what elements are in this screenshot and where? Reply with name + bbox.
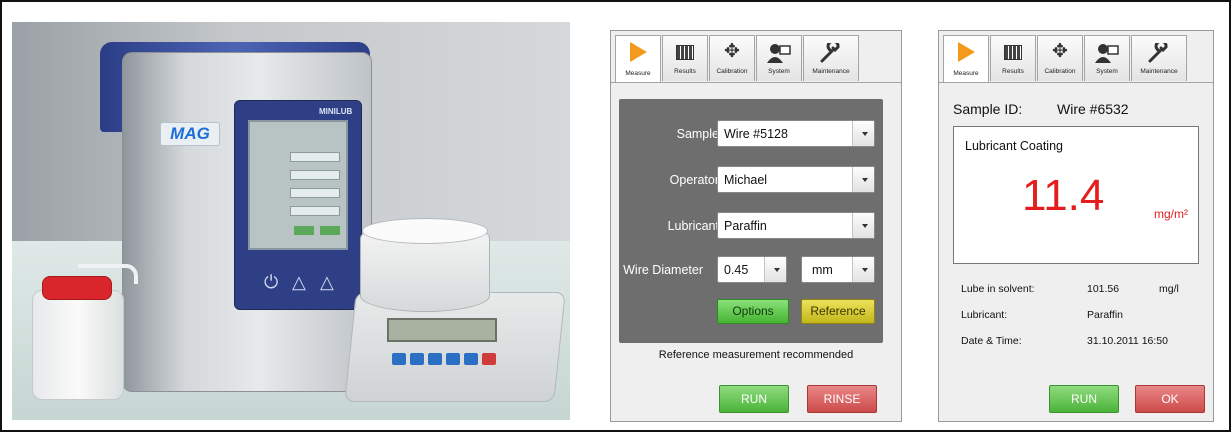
instrument-photo: MAG MINILUB ⏻ △ △ [12, 22, 570, 420]
measure-screen: Measure Results ✥ Calibration System Mai… [610, 30, 902, 422]
lubricant-value: Paraffin [724, 219, 767, 233]
lubricant-value: Paraffin [1087, 309, 1123, 321]
tab-label: Calibration [1044, 68, 1076, 75]
brand-logo: MAG [160, 122, 220, 146]
tab-system[interactable]: System [756, 35, 802, 81]
ok-button[interactable]: OK [1135, 385, 1205, 413]
tab-measure[interactable]: Measure [943, 35, 989, 83]
chevron-down-icon[interactable] [852, 213, 874, 238]
wrench-icon [820, 43, 840, 63]
measure-form: Sample Wire #5128 Operator Michael Lubri… [619, 99, 883, 343]
figure-frame: MAG MINILUB ⏻ △ △ Measure Results ✥ Cali… [0, 0, 1231, 432]
triangle-up-icon: △ [292, 272, 306, 292]
wire-diameter-value: 0.45 [724, 263, 749, 277]
tab-divider [611, 82, 901, 83]
tab-system[interactable]: System [1084, 35, 1130, 81]
system-user-icon [767, 44, 791, 63]
tab-maintenance[interactable]: Maintenance [803, 35, 859, 81]
lube-in-solvent-value: 101.56 [1087, 283, 1120, 295]
coating-title: Lubricant Coating [965, 139, 1063, 153]
wire-diameter-unit-select[interactable]: mm [801, 256, 875, 283]
operator-label: Operator [669, 173, 719, 187]
lubricant-select[interactable]: Paraffin [717, 212, 875, 239]
system-user-icon [1095, 44, 1119, 63]
screen-button [294, 226, 314, 235]
wire-diameter-label: Wire Diameter [623, 263, 703, 277]
power-icon: ⏻ [264, 272, 279, 292]
tab-label: System [768, 68, 790, 75]
tab-label: Maintenance [812, 68, 850, 75]
instrument-touchscreen [248, 120, 348, 250]
run-button[interactable]: RUN [1049, 385, 1119, 413]
tab-results[interactable]: Results [662, 35, 708, 81]
options-button[interactable]: Options [717, 299, 789, 324]
screen-field [290, 188, 340, 198]
tab-label: Results [674, 68, 696, 75]
sample-value: Wire #5128 [724, 127, 788, 141]
coating-value: 11.4 [1022, 171, 1105, 220]
datetime-value: 31.10.2011 16:50 [1087, 335, 1168, 347]
sample-id-label: Sample ID: [953, 101, 1023, 117]
lube-in-solvent-label: Lube in solvent: [961, 283, 1035, 295]
tab-label: System [1096, 68, 1118, 75]
lubricant-label: Lubricant: [961, 309, 1008, 321]
calibration-move-icon: ✥ [1052, 41, 1068, 62]
chevron-down-icon[interactable] [852, 167, 874, 192]
tab-bar: Measure Results ✥ Calibration System Mai… [943, 35, 1188, 83]
tab-results[interactable]: Results [990, 35, 1036, 81]
tab-label: Measure [953, 70, 979, 77]
tab-label: Maintenance [1140, 68, 1178, 75]
tab-maintenance[interactable]: Maintenance [1131, 35, 1187, 81]
rinse-button[interactable]: RINSE [807, 385, 877, 413]
operator-select[interactable]: Michael [717, 166, 875, 193]
reference-button[interactable]: Reference [801, 299, 875, 324]
scale-keypad [392, 352, 522, 368]
screen-field [290, 152, 340, 162]
chevron-down-icon[interactable] [764, 257, 786, 282]
tab-label: Results [1002, 68, 1024, 75]
tab-bar: Measure Results ✥ Calibration System Mai… [615, 35, 860, 83]
run-button[interactable]: RUN [719, 385, 789, 413]
results-grid-icon [676, 45, 694, 60]
sample-id-value: Wire #6532 [1057, 101, 1129, 117]
screen-field [290, 206, 340, 216]
tab-measure[interactable]: Measure [615, 35, 661, 83]
lube-in-solvent-unit: mg/l [1159, 283, 1179, 295]
operator-value: Michael [724, 173, 768, 187]
status-message: Reference measurement recommended [658, 349, 854, 361]
results-grid-icon [1004, 45, 1022, 60]
calibration-move-icon: ✥ [724, 41, 740, 62]
tab-calibration[interactable]: ✥ Calibration [1037, 35, 1083, 81]
model-logo: MINILUB [319, 107, 353, 116]
tab-label: Measure [625, 70, 651, 77]
scale-display [387, 318, 497, 342]
sample-select[interactable]: Wire #5128 [717, 120, 875, 147]
coating-unit: mg/m² [1154, 207, 1188, 221]
wire-diameter-unit: mm [812, 263, 833, 277]
tab-label: Calibration [716, 68, 748, 75]
screen-field [290, 170, 340, 180]
tab-calibration[interactable]: ✥ Calibration [709, 35, 755, 81]
bottle-cap [42, 276, 112, 300]
triangle-up-icon: △ [320, 272, 334, 292]
solvent-bottle [32, 290, 124, 400]
sample-label: Sample [676, 127, 719, 141]
wrench-icon [1148, 43, 1168, 63]
screen-button [320, 226, 340, 235]
lubricant-label: Lubricant [667, 219, 719, 233]
coating-result-box: Lubricant Coating 11.4 mg/m² [953, 126, 1199, 264]
scale-pan-rim [362, 218, 488, 244]
play-icon [629, 42, 647, 62]
wire-diameter-select[interactable]: 0.45 [717, 256, 787, 283]
result-screen: Measure Results ✥ Calibration System Mai… [938, 30, 1214, 422]
chevron-down-icon[interactable] [852, 121, 874, 146]
datetime-label: Date & Time: [961, 335, 1022, 347]
chevron-down-icon[interactable] [852, 257, 874, 282]
tab-divider [939, 82, 1213, 83]
play-icon [957, 42, 975, 62]
